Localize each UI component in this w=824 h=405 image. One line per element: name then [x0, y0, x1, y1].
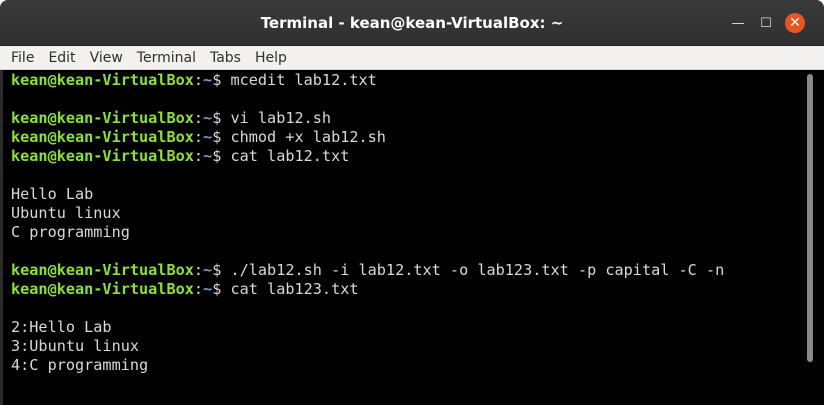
prompt-line: kean@kean-VirtualBox:~$ cat lab123.txt	[3, 280, 803, 299]
window-title: Terminal - kean@kean-VirtualBox: ~	[260, 14, 564, 32]
prompt-line: kean@kean-VirtualBox:~$ ./lab12.sh -i la…	[3, 261, 803, 280]
prompt-dollar: $	[212, 147, 231, 165]
prompt-dollar: $	[212, 71, 231, 89]
command-text: ./lab12.sh -i lab12.txt -o lab123.txt -p…	[230, 261, 725, 279]
menu-help[interactable]: Help	[248, 50, 294, 66]
maximize-icon: ☐	[760, 15, 772, 31]
close-button[interactable]: ✕	[785, 13, 805, 33]
terminal-window: Terminal - kean@kean-VirtualBox: ~ — ☐ ✕…	[0, 0, 824, 405]
close-icon: ✕	[789, 15, 801, 31]
menu-terminal[interactable]: Terminal	[130, 50, 203, 66]
scrollbar[interactable]	[803, 70, 824, 405]
minimize-button[interactable]: —	[728, 13, 748, 33]
prompt-user: kean@kean-VirtualBox	[11, 280, 194, 298]
prompt-user: kean@kean-VirtualBox	[11, 147, 194, 165]
output-line: C programming	[3, 223, 803, 242]
terminal-output[interactable]: kean@kean-VirtualBox:~$ mcedit lab12.txt…	[3, 70, 803, 405]
minimize-icon: —	[731, 15, 745, 31]
title-bar[interactable]: Terminal - kean@kean-VirtualBox: ~ — ☐ ✕	[0, 0, 824, 46]
prompt-user: kean@kean-VirtualBox	[11, 128, 194, 146]
menu-edit[interactable]: Edit	[41, 50, 82, 66]
output-line: 2:Hello Lab	[3, 318, 803, 337]
prompt-path: ~	[203, 109, 213, 127]
prompt-dollar: $	[212, 128, 231, 146]
prompt-user: kean@kean-VirtualBox	[11, 109, 194, 127]
output-text: 2:Hello Lab	[11, 318, 112, 336]
prompt-separator: :	[193, 128, 204, 146]
menu-bar: File Edit View Terminal Tabs Help	[0, 46, 824, 70]
maximize-button[interactable]: ☐	[756, 13, 776, 33]
prompt-line: kean@kean-VirtualBox:~$ mcedit lab12.txt	[3, 71, 803, 90]
menu-view[interactable]: View	[83, 50, 130, 66]
prompt-path: ~	[203, 280, 213, 298]
menu-tabs[interactable]: Tabs	[203, 50, 248, 66]
command-text: vi lab12.sh	[230, 109, 332, 127]
prompt-line: kean@kean-VirtualBox:~$ vi lab12.sh	[3, 109, 803, 128]
prompt-path: ~	[203, 147, 213, 165]
prompt-separator: :	[193, 261, 204, 279]
scrollbar-thumb[interactable]	[807, 74, 813, 362]
output-line: Hello Lab	[3, 185, 803, 204]
command-text: cat lab123.txt	[230, 280, 359, 298]
prompt-path: ~	[203, 71, 213, 89]
output-line: 3:Ubuntu linux	[3, 337, 803, 356]
prompt-user: kean@kean-VirtualBox	[11, 261, 194, 279]
prompt-separator: :	[193, 71, 204, 89]
prompt-dollar: $	[212, 109, 231, 127]
output-line: Ubuntu linux	[3, 204, 803, 223]
output-text: Ubuntu linux	[11, 204, 121, 222]
prompt-dollar: $	[212, 280, 231, 298]
command-text: mcedit lab12.txt	[230, 71, 377, 89]
prompt-separator: :	[193, 280, 204, 298]
command-text: chmod +x lab12.sh	[230, 128, 386, 146]
output-line: 4:C programming	[3, 356, 803, 375]
menu-file[interactable]: File	[0, 50, 41, 66]
output-text: C programming	[11, 223, 130, 241]
prompt-dollar: $	[212, 261, 231, 279]
prompt-user: kean@kean-VirtualBox	[11, 71, 194, 89]
prompt-line: kean@kean-VirtualBox:~$ cat lab12.txt	[3, 147, 803, 166]
prompt-separator: :	[193, 109, 204, 127]
output-text: Hello Lab	[11, 185, 94, 203]
prompt-separator: :	[193, 147, 204, 165]
prompt-line: kean@kean-VirtualBox:~$ chmod +x lab12.s…	[3, 128, 803, 147]
output-text: 3:Ubuntu linux	[11, 337, 140, 355]
command-text: cat lab12.txt	[230, 147, 350, 165]
output-text: 4:C programming	[11, 356, 149, 374]
prompt-path: ~	[203, 128, 213, 146]
prompt-path: ~	[203, 261, 213, 279]
